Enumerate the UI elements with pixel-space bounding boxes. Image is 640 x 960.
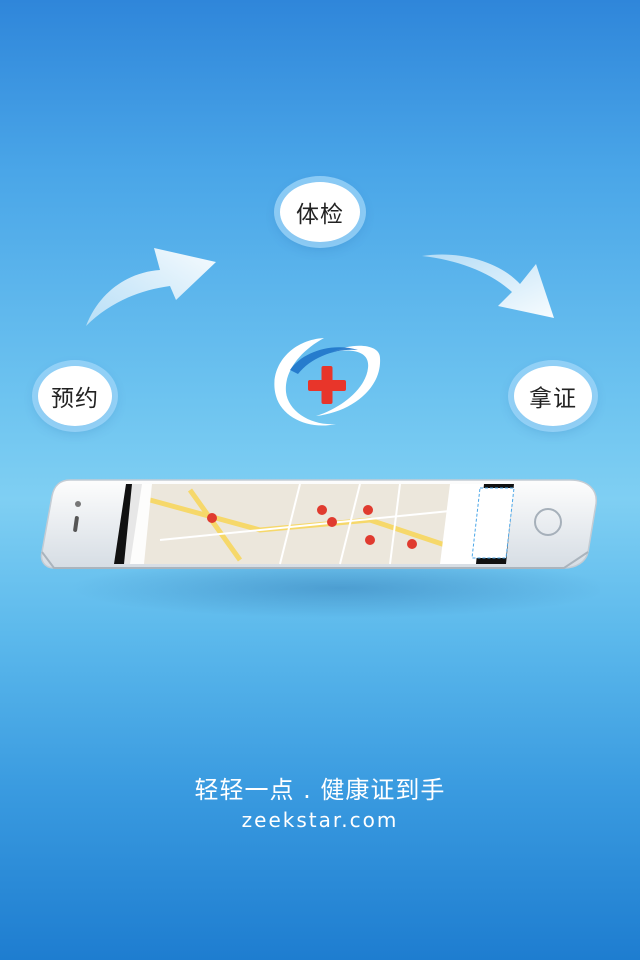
- website-url: zeekstar.com: [241, 808, 399, 832]
- map-pin-icon: [327, 517, 337, 527]
- map-pin-icon: [317, 505, 327, 515]
- map-pin-icon: [407, 539, 417, 549]
- map-pin-icon: [363, 505, 373, 515]
- map-pin-icon: [365, 535, 375, 545]
- step-label-certificate: 拿证: [529, 386, 577, 412]
- medical-logo-icon: [274, 338, 381, 426]
- phone-mockup: [40, 479, 600, 618]
- step-label-appointment: 预约: [51, 386, 99, 412]
- slogan-text: 轻轻一点 . 健康证到手: [194, 776, 446, 804]
- step-bubble-certificate[interactable]: 拿证: [514, 366, 592, 426]
- step-bubble-appointment[interactable]: 预约: [38, 366, 112, 426]
- map-pin-icon: [207, 513, 217, 523]
- splash-screen: 预约 体检 拿证 轻轻一点 . 健康证到手 zeekstar.com: [0, 0, 640, 960]
- step-bubble-exam[interactable]: 体检: [280, 182, 360, 242]
- step-label-exam: 体检: [296, 202, 344, 228]
